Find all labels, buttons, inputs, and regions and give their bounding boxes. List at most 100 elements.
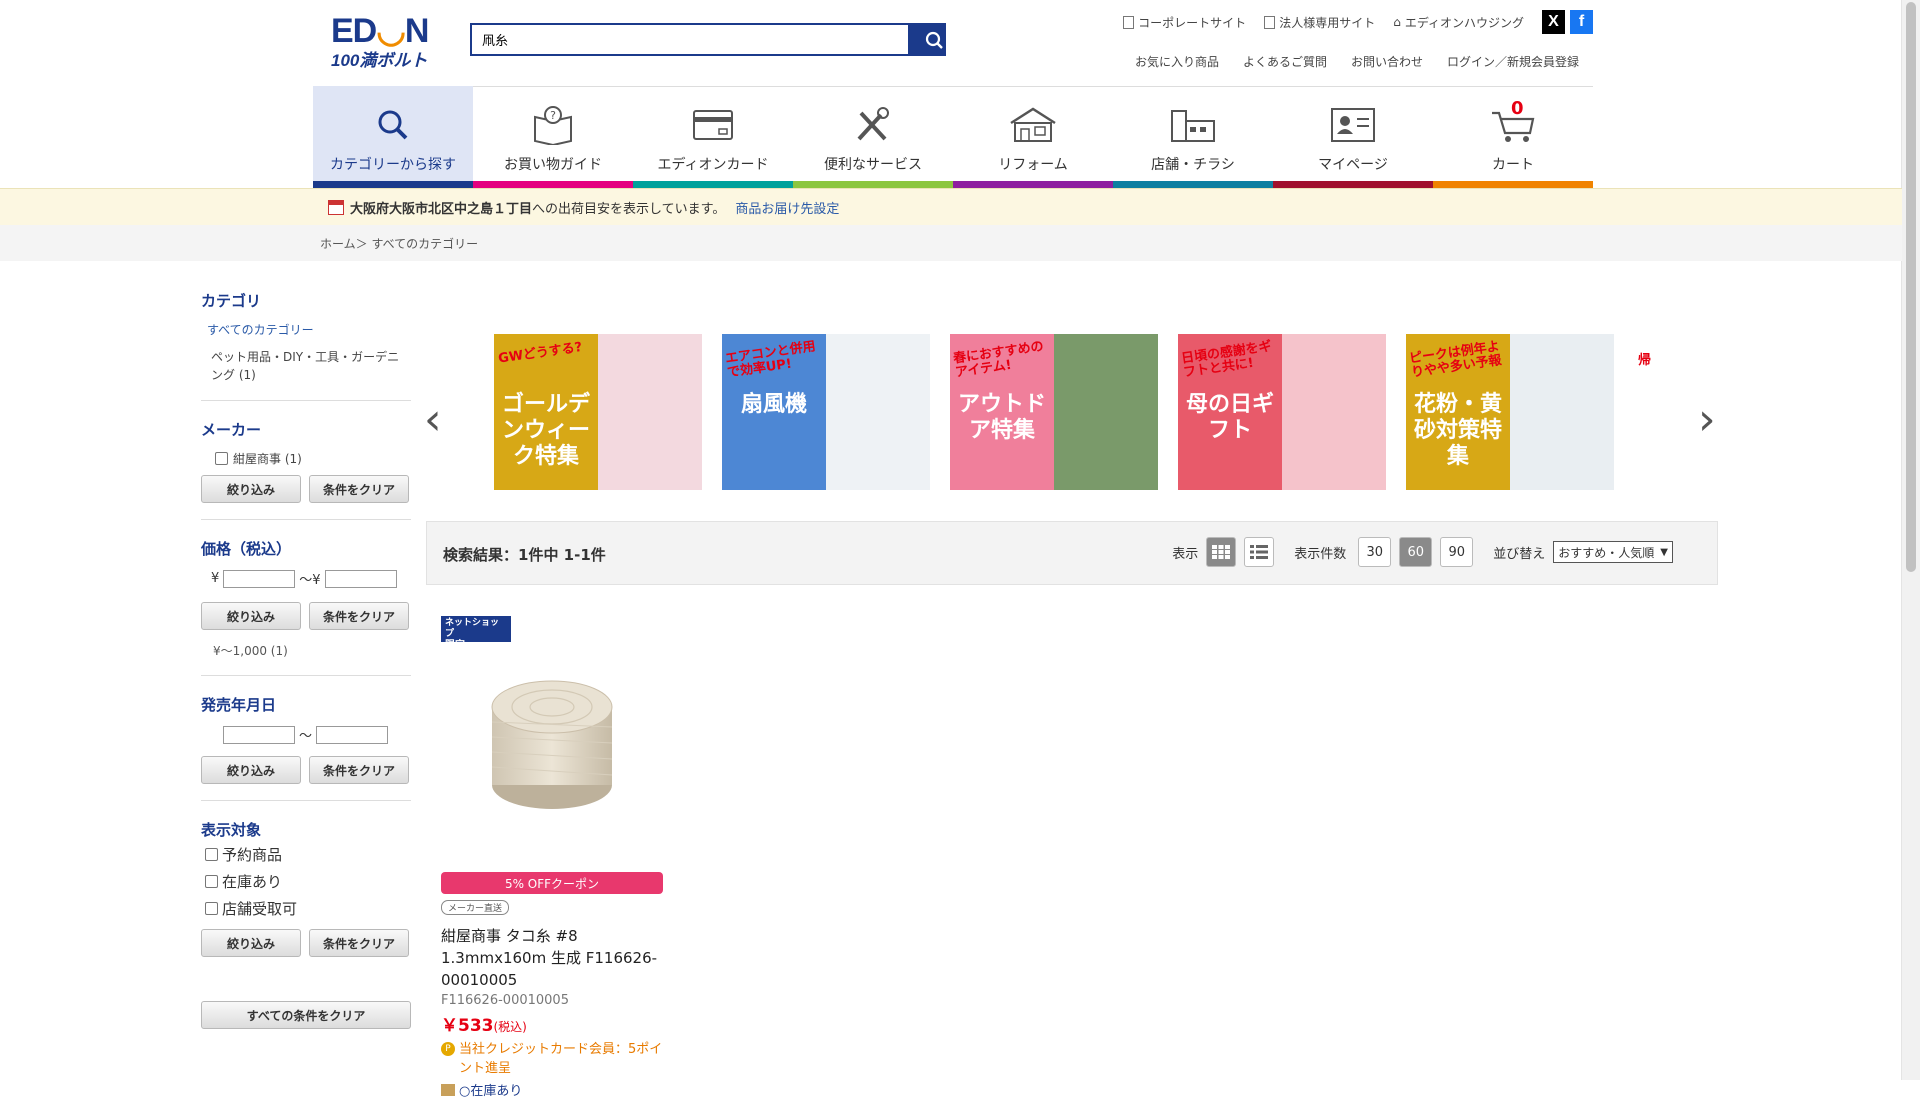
filter-button[interactable]: 絞り込み	[201, 475, 301, 503]
release-date-filter: 発売年月日 〜 絞り込み 条件をクリア	[201, 694, 411, 801]
nav-label: リフォーム	[998, 157, 1068, 173]
banner-partial[interactable]: 帰	[1634, 334, 1654, 490]
results-toolbar: 検索結果：1件中 1-1件 表示 表示件数 30 60 90 並び替え おすすめ…	[426, 521, 1718, 585]
banner-golden-week[interactable]: GWどうする? ゴールデンウィーク特集	[494, 334, 702, 490]
in-stock-checkbox[interactable]	[205, 875, 218, 888]
banner-photo	[598, 334, 702, 490]
category-sub-link[interactable]: ペット用品・DIY・工具・ガーデニング (1)	[211, 348, 411, 384]
delivery-address: 大阪府大阪市北区中之島１丁目	[350, 202, 533, 217]
nav-card[interactable]: エディオンカード	[633, 86, 793, 188]
sort-select[interactable]: おすすめ・人気順 ▼	[1553, 541, 1673, 563]
nav-reform[interactable]: リフォーム	[953, 86, 1113, 188]
delivery-setting-link[interactable]: 商品お届け先設定	[735, 198, 839, 217]
x-icon[interactable]: X	[1542, 10, 1565, 34]
banner-photo	[1510, 334, 1614, 490]
nav-store[interactable]: 店舗・チラシ	[1113, 86, 1273, 188]
breadcrumb-bar: ホーム＞ すべてのカテゴリー	[0, 225, 1902, 261]
housing-link[interactable]: ⌂ エディオンハウジング	[1393, 14, 1524, 31]
magnifier-icon	[378, 110, 408, 140]
filter-button[interactable]: 絞り込み	[201, 929, 301, 957]
clear-button[interactable]: 条件をクリア	[309, 756, 409, 784]
edion-logo[interactable]: ED◡N 100満ボルト	[331, 14, 435, 76]
building-icon	[1123, 15, 1135, 29]
banner-mothers-day[interactable]: 日頃の感謝をギフトと共に! 母の日ギフト	[1178, 334, 1386, 490]
guide-book-icon: ?	[534, 106, 572, 145]
section-title: 表示対象	[201, 821, 262, 839]
search-icon	[925, 31, 943, 49]
search-button[interactable]	[910, 23, 946, 56]
preorder-checkbox[interactable]	[205, 848, 218, 861]
list-icon	[1250, 545, 1269, 559]
nav-category[interactable]: カテゴリーから探す	[313, 86, 473, 195]
price-max-input[interactable]	[324, 569, 397, 588]
favorites-link[interactable]: お気に入り商品	[1135, 53, 1219, 70]
list-view-button[interactable]	[1244, 537, 1275, 567]
search-bar	[470, 23, 946, 56]
nav-color-bar	[633, 181, 793, 188]
nav-label: お買い物ガイド	[504, 157, 602, 173]
filter-sidebar: カテゴリ すべてのカテゴリー ペット用品・DIY・工具・ガーデニング (1) メ…	[201, 290, 411, 1029]
search-input[interactable]	[470, 23, 910, 56]
member-card-icon	[1331, 108, 1375, 142]
clear-button[interactable]: 条件をクリア	[309, 929, 409, 957]
banner-outdoor[interactable]: 春におすすめのアイテム! アウトドア特集	[950, 334, 1158, 490]
category-filter: カテゴリ すべてのカテゴリー ペット用品・DIY・工具・ガーデニング (1)	[201, 290, 411, 401]
banner-photo	[1282, 334, 1386, 490]
page-scrollbar[interactable]	[1901, 0, 1920, 1080]
banner-tag: 春におすすめのアイテム!	[952, 339, 1045, 381]
nav-guide[interactable]: ? お買い物ガイド	[473, 86, 633, 188]
clear-button[interactable]: 条件をクリア	[309, 475, 409, 503]
maker-checkbox[interactable]	[215, 452, 228, 465]
product-name[interactable]: 紺屋商事 タコ糸 #8 1.3mmx160m 生成 F116626-000100…	[441, 925, 663, 991]
store-icon	[1171, 110, 1215, 142]
banner-photo	[826, 334, 930, 490]
filter-button[interactable]: 絞り込み	[201, 756, 301, 784]
coupon-badge[interactable]: 5% OFFクーポン	[441, 872, 663, 894]
section-title: 発売年月日	[201, 696, 277, 714]
store-pickup-checkbox[interactable]	[205, 902, 218, 915]
breadcrumb[interactable]: ホーム＞ すべてのカテゴリー	[320, 235, 478, 252]
facebook-icon[interactable]: f	[1570, 10, 1593, 34]
carousel-prev-arrow[interactable]: ‹	[424, 394, 442, 445]
per-page-30[interactable]: 30	[1358, 537, 1392, 567]
scrollbar-thumb[interactable]	[1906, 2, 1916, 572]
count-label: 表示件数	[1294, 546, 1347, 562]
faq-link[interactable]: よくあるご質問	[1243, 53, 1327, 70]
display-filter: 表示対象 予約商品 在庫あり 店舗受取可 絞り込み 条件をクリア	[201, 819, 411, 973]
business-link[interactable]: 法人様専用サイト	[1264, 14, 1375, 31]
credit-card-icon	[693, 110, 733, 140]
section-title: 価格（税込）	[201, 540, 292, 558]
per-page-60[interactable]: 60	[1399, 537, 1433, 567]
nav-mypage[interactable]: マイページ	[1273, 86, 1433, 188]
banner-pollen[interactable]: ピークは例年よりやや多い予報 花粉・黄砂対策特集	[1406, 334, 1614, 490]
banner-photo	[1054, 334, 1158, 490]
nav-cart[interactable]: 0 カート	[1433, 86, 1593, 188]
banner-title: アウトドア特集	[957, 392, 1046, 443]
carousel-next-arrow[interactable]: ›	[1698, 394, 1716, 445]
stock-status: ○在庫あり	[441, 1080, 663, 1099]
filter-button[interactable]: 絞り込み	[201, 602, 301, 630]
price-range-separator: 〜¥	[299, 573, 321, 588]
category-all-link[interactable]: すべてのカテゴリー	[207, 321, 411, 338]
contact-link[interactable]: お問い合わせ	[1351, 53, 1423, 70]
section-title: カテゴリ	[201, 292, 262, 310]
release-to-input[interactable]	[316, 725, 389, 744]
grid-view-button[interactable]	[1206, 537, 1237, 567]
nav-color-bar	[473, 181, 633, 188]
login-link[interactable]: ログイン／新規会員登録	[1447, 53, 1579, 70]
corporate-link[interactable]: コーポレートサイト	[1123, 14, 1246, 31]
delivery-message: への出荷目安を表示しています。	[532, 202, 726, 217]
price-option-link[interactable]: ¥〜1,000 (1)	[213, 642, 411, 659]
per-page-90[interactable]: 90	[1440, 537, 1474, 567]
product-image[interactable]	[441, 642, 663, 842]
header-sub-links: お気に入り商品 よくあるご質問 お問い合わせ ログイン／新規会員登録	[1135, 53, 1579, 70]
price-min-input[interactable]	[223, 569, 296, 588]
release-from-input[interactable]	[223, 725, 295, 744]
product-card[interactable]: ネットショップ 限定 5% OFFクーポン メーカー直送 紺屋商事 タコ糸 #8 …	[441, 616, 663, 1099]
site-header: ED◡N 100満ボルト コーポレートサイト 法人様専用サイト ⌂エディオンハウ…	[313, 0, 1593, 87]
banner-fan[interactable]: エアコンと併用で効率UP! 扇風機	[722, 334, 930, 490]
clear-all-button[interactable]: すべての条件をクリア	[201, 1001, 411, 1029]
nav-label: カート	[1492, 157, 1534, 173]
nav-service[interactable]: 便利なサービス	[793, 86, 953, 188]
clear-button[interactable]: 条件をクリア	[309, 602, 409, 630]
